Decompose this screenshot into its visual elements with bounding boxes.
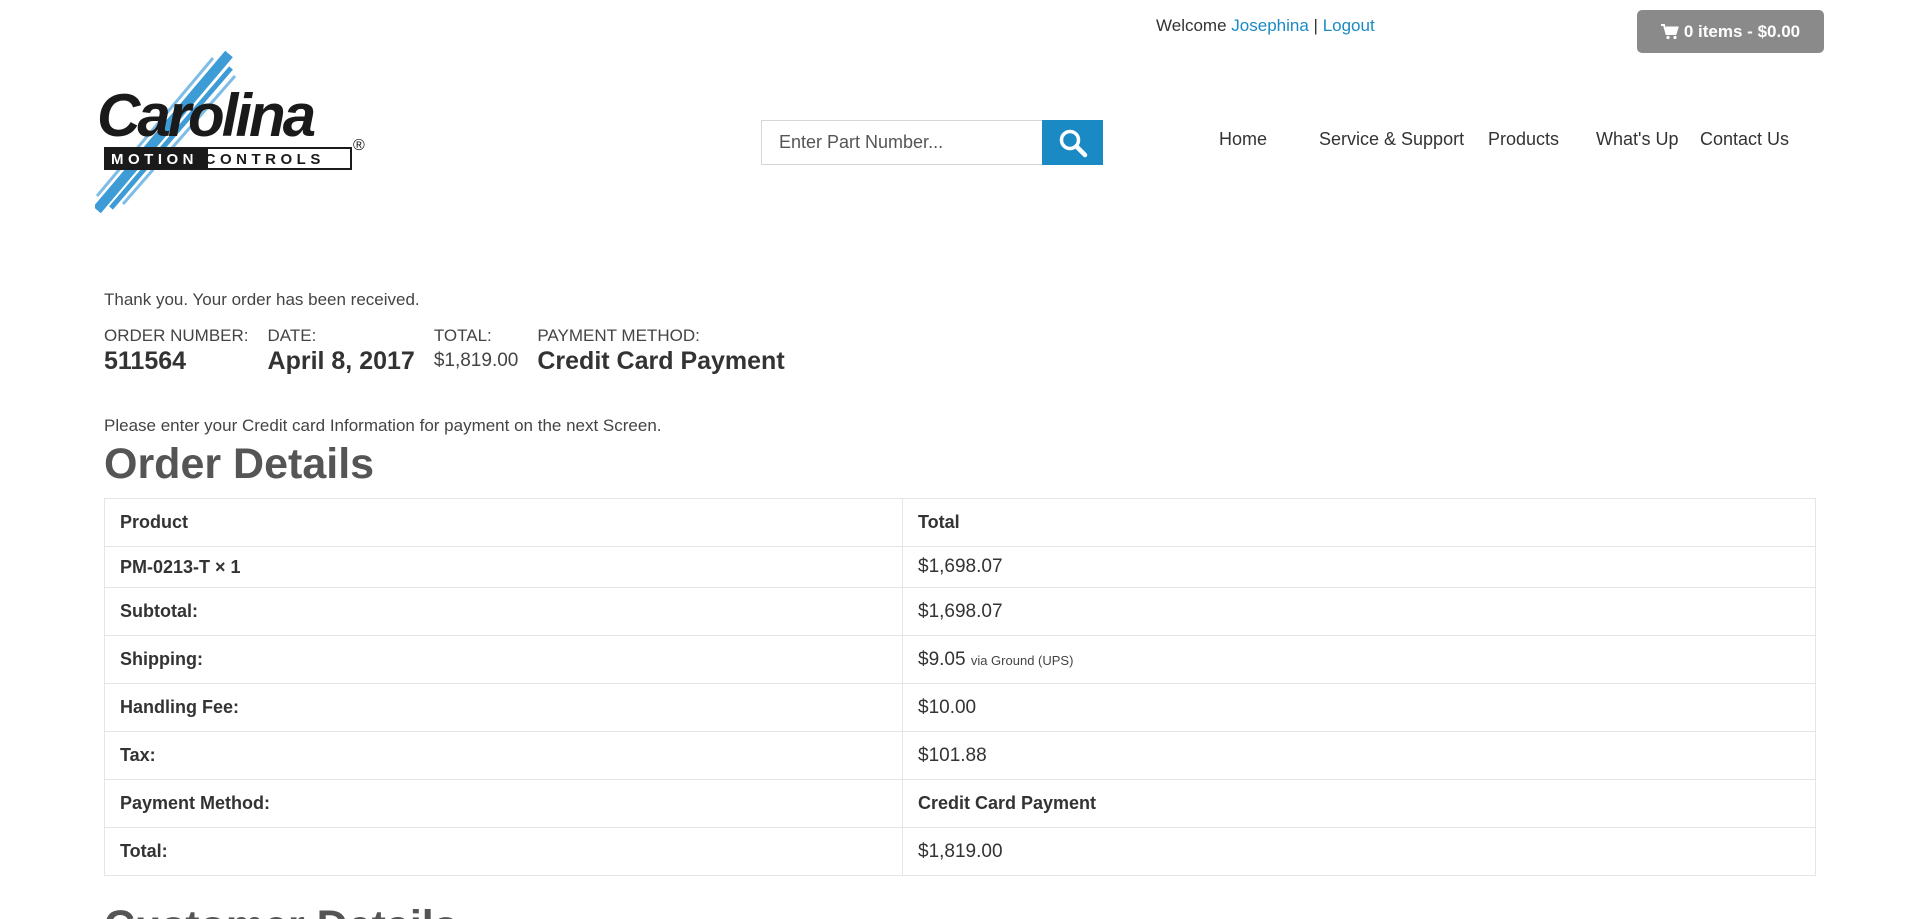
thank-you-message: Thank you. Your order has been received. xyxy=(104,290,420,309)
nav-contact-us[interactable]: Contact Us xyxy=(1700,129,1789,150)
order-overview: ORDER NUMBER: 511564 DATE: April 8, 2017… xyxy=(104,326,1816,376)
cart-button[interactable]: 0 items - $0.00 xyxy=(1637,10,1824,53)
nav-service-support[interactable]: Service & Support xyxy=(1319,129,1464,150)
customer-details-title: Customer Details xyxy=(104,902,458,919)
part-number-input[interactable] xyxy=(761,120,1042,165)
shipping-cell: $9.05 via Ground (UPS) xyxy=(902,635,1816,684)
search-button[interactable] xyxy=(1042,120,1103,165)
product-column-header: Product xyxy=(104,498,903,547)
shipping-method: via Ground (UPS) xyxy=(970,652,1074,668)
welcome-text: Welcome xyxy=(1156,16,1227,35)
cart-label: 0 items - $0.00 xyxy=(1683,21,1801,41)
tax-value: $101.88 xyxy=(902,731,1816,780)
tax-row: Tax: $101.88 xyxy=(104,731,1816,780)
total-label: Total: xyxy=(104,827,903,876)
handling-fee-row: Handling Fee: $10.00 xyxy=(104,683,1816,732)
subtotal-label: Subtotal: xyxy=(104,587,903,636)
order-received-content: Thank you. Your order has been received.… xyxy=(104,290,1816,876)
user-name-link[interactable]: Josephina xyxy=(1231,16,1309,35)
order-date-label: DATE: xyxy=(267,326,317,345)
payment-method-row-value: Credit Card Payment xyxy=(902,779,1816,828)
nav-home[interactable]: Home xyxy=(1219,129,1267,150)
product-row: PM-0213-T × 1 $1,698.07 xyxy=(104,546,1816,588)
logout-link[interactable]: Logout xyxy=(1323,16,1375,35)
separator: | xyxy=(1313,16,1318,35)
logo-registered: ® xyxy=(353,137,365,154)
total-row: Total: $1,819.00 xyxy=(104,827,1816,876)
order-number-item: ORDER NUMBER: 511564 xyxy=(104,326,249,376)
order-number-value: 511564 xyxy=(104,347,187,375)
order-date-item: DATE: April 8, 2017 xyxy=(268,326,415,376)
welcome-bar: Welcome Josephina | Logout xyxy=(1156,16,1375,36)
payment-method-value: Credit Card Payment xyxy=(537,347,785,375)
handling-fee-label: Handling Fee: xyxy=(104,683,903,732)
payment-method-row: Payment Method: Credit Card Payment xyxy=(104,779,1816,828)
company-logo[interactable]: Carolina MOTION CONTROLS MOTION ® xyxy=(93,48,370,216)
handling-fee-value: $10.00 xyxy=(902,683,1816,732)
payment-method-row-label: Payment Method: xyxy=(104,779,903,828)
subtotal-row: Subtotal: $1,698.07 xyxy=(104,587,1816,636)
nav-whats-up[interactable]: What's Up xyxy=(1596,129,1678,150)
payment-method-label: PAYMENT METHOD: xyxy=(537,326,700,345)
cart-icon xyxy=(1660,23,1679,39)
shipping-value: $9.05 xyxy=(918,648,966,670)
order-total-label: TOTAL: xyxy=(433,326,492,345)
order-date-value: April 8, 2017 xyxy=(267,347,415,375)
order-total-item: TOTAL: $1,819.00 xyxy=(434,326,519,376)
tax-label: Tax: xyxy=(104,731,903,780)
subtotal-value: $1,698.07 xyxy=(902,587,1816,636)
svg-text:MOTION: MOTION xyxy=(111,151,198,168)
payment-note: Please enter your Credit card Informatio… xyxy=(104,416,662,435)
total-column-header: Total xyxy=(902,498,1816,547)
order-total-value: $1,819.00 xyxy=(433,350,519,371)
payment-method-item: PAYMENT METHOD: Credit Card Payment xyxy=(537,326,784,376)
logo-word: Carolina xyxy=(97,82,315,149)
nav-products[interactable]: Products xyxy=(1488,129,1559,150)
shipping-row: Shipping: $9.05 via Ground (UPS) xyxy=(104,635,1816,684)
shipping-label: Shipping: xyxy=(104,635,903,684)
product-cell: PM-0213-T × 1 xyxy=(104,546,903,588)
search-icon xyxy=(1059,129,1087,157)
order-number-label: ORDER NUMBER: xyxy=(104,326,249,345)
search-form xyxy=(761,120,1103,165)
product-name-link[interactable]: PM-0213-T xyxy=(120,557,210,577)
total-value: $1,819.00 xyxy=(902,827,1816,876)
table-header-row: Product Total xyxy=(104,498,1816,547)
order-details-title: Order Details xyxy=(104,440,375,488)
product-quantity: × 1 xyxy=(215,556,241,577)
product-total: $1,698.07 xyxy=(902,546,1816,588)
order-details-table: Product Total PM-0213-T × 1 $1,698.07 Su… xyxy=(104,498,1816,876)
